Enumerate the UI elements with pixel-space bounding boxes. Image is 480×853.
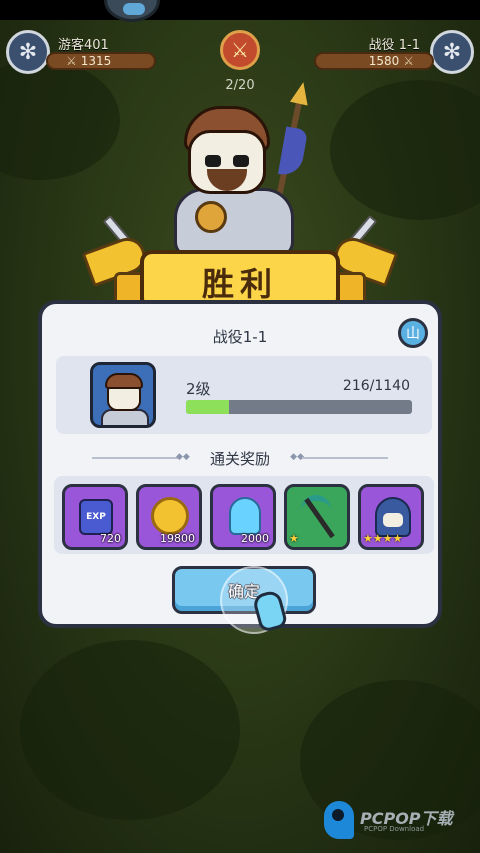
spirit-ghost-icon xyxy=(229,497,261,535)
hero-exp-row: 2级 216/1140 xyxy=(56,356,432,434)
enemy-power: 1580 xyxy=(368,54,400,68)
reward-stars: ★ xyxy=(289,532,299,545)
watermark: PCPOP下载 PCPOP Download xyxy=(324,801,472,841)
enemy-power-bar: 1580 ⚔ xyxy=(314,52,434,70)
reward-qty: 19800 xyxy=(160,532,195,545)
hero-level: 2级 xyxy=(186,380,211,398)
victory-title: 胜利 xyxy=(201,265,278,303)
player-left-info: ✻ 游客401 ⚔ 1315 xyxy=(6,30,156,76)
reward-list: EXP 720 19800 2000 ★ ★★★★ xyxy=(54,476,434,554)
pcpop-logo-icon xyxy=(324,801,354,839)
hero-portrait xyxy=(90,362,156,428)
exp-progress-fill xyxy=(186,400,229,414)
hero-exp-text: 216/1140 xyxy=(342,378,410,394)
round-counter: 2/20 xyxy=(225,78,255,93)
mage-hero-icon xyxy=(375,497,411,537)
watermark-sub: PCPOP Download xyxy=(364,825,425,833)
enemy-info: ✻ 战役 1-1 1580 ⚔ xyxy=(302,30,474,76)
player-power-bar: ⚔ 1315 xyxy=(46,52,156,70)
player-power: 1315 xyxy=(80,54,112,68)
player-avatar-icon[interactable]: ✻ xyxy=(6,30,50,74)
result-panel: 战役1-1 山 2级 216/1140 ◆◆ 通关奖励 ◆◆ EXP 720 1… xyxy=(38,300,442,634)
crossed-swords-icon: ⚔ xyxy=(66,54,77,68)
mountain-icon[interactable]: 山 xyxy=(398,318,428,348)
reward-item-spirit[interactable]: 2000 xyxy=(210,484,276,550)
enemy-avatar-icon[interactable]: ✻ xyxy=(430,30,474,74)
exp-progress-bar xyxy=(186,400,412,414)
reward-qty: 2000 xyxy=(241,532,269,545)
crossed-swords-icon: ⚔ xyxy=(403,54,414,68)
rewards-header: ◆◆ 通关奖励 ◆◆ xyxy=(42,448,438,468)
player-name: 游客401 xyxy=(58,38,109,53)
gold-coin-icon xyxy=(151,497,189,535)
reward-stars: ★★★★ xyxy=(363,532,403,545)
exp-potion-icon: EXP xyxy=(79,499,113,535)
top-bar xyxy=(0,0,480,20)
reward-qty: 720 xyxy=(100,532,121,545)
reward-item-mage[interactable]: ★★★★ xyxy=(358,484,424,550)
reward-item-exp[interactable]: EXP 720 xyxy=(62,484,128,550)
versus-swords-icon: ⚔ xyxy=(220,30,260,70)
panel-title: 战役1-1 xyxy=(212,328,268,346)
enemy-name: 战役 1-1 xyxy=(368,38,420,53)
reward-item-scythe[interactable]: ★ xyxy=(284,484,350,550)
reward-item-gold[interactable]: 19800 xyxy=(136,484,202,550)
